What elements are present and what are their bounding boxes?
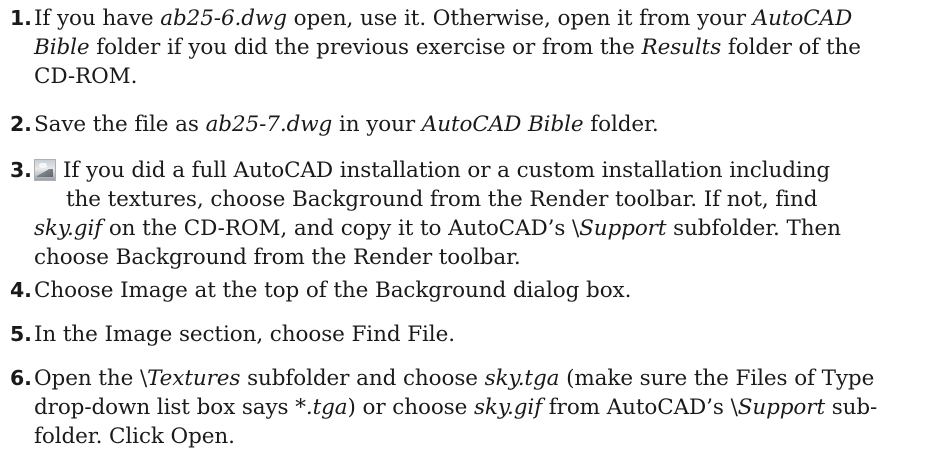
step-4: 4.Choose Image at the top of the Backgro… <box>10 276 920 305</box>
step-text: in your <box>332 112 422 137</box>
step-text: Choose Image at the top of the Backgroun… <box>34 278 632 303</box>
step-text: folder. Click Open. <box>34 424 235 449</box>
step-text: CD-ROM. <box>34 64 138 89</box>
step-2: 2.Save the file as ab25-7.dwg in your Au… <box>10 110 920 139</box>
step-text: drop-down list box says * <box>34 395 306 420</box>
step-text: In the Image section, choose Find File. <box>34 322 455 347</box>
filename: sky.gif <box>34 216 103 241</box>
step-text: Save the file as <box>34 112 206 137</box>
step-text: Open the \ <box>34 366 148 391</box>
folder-name: Support <box>579 216 667 241</box>
folder-name: Results <box>641 35 722 60</box>
step-text: from AutoCAD’s \ <box>542 395 738 420</box>
background-toolbar-icon <box>34 159 56 181</box>
step-number: 2. <box>10 112 32 136</box>
folder-name: Support <box>737 395 825 420</box>
step-number: 4. <box>10 278 32 302</box>
step-text: folder of the <box>721 35 861 60</box>
step-text: If you did a full AutoCAD installation o… <box>63 158 831 183</box>
step-number: 6. <box>10 366 32 390</box>
step-number: 1. <box>10 6 32 30</box>
step-text: If you have <box>34 6 161 31</box>
filename: ab25-7.dwg <box>205 112 333 137</box>
step-text: folder. <box>583 112 659 137</box>
folder-name: AutoCAD Bible <box>421 112 584 137</box>
step-text: open, use it. Otherwise, open it from yo… <box>286 6 753 31</box>
step-6: 6.Open the \Textures subfolder and choos… <box>10 364 920 451</box>
step-text: (make sure the Files of Type <box>559 366 875 391</box>
step-text: sub- <box>824 395 878 420</box>
folder-name: AutoCAD <box>752 6 853 31</box>
file-extension: .tga <box>305 395 348 420</box>
step-text: on the CD-ROM, and copy it to AutoCAD’s … <box>102 216 580 241</box>
step-text: ) or choose <box>347 395 474 420</box>
step-text: subfolder. Then <box>666 216 841 241</box>
step-text: subfolder and choose <box>240 366 485 391</box>
filename: sky.tga <box>484 366 560 391</box>
folder-name: Bible <box>34 35 90 60</box>
step-3: 3. If you did a full AutoCAD installation… <box>10 156 920 272</box>
step-text: folder if you did the previous exercise … <box>89 35 642 60</box>
step-number: 3. <box>10 158 32 182</box>
step-1: 1.If you have ab25-6.dwg open, use it. O… <box>10 4 920 91</box>
folder-name: Textures <box>147 366 241 391</box>
step-text: the textures, choose Background from the… <box>66 187 818 212</box>
step-number: 5. <box>10 322 32 346</box>
filename: sky.gif <box>473 395 543 420</box>
step-5: 5.In the Image section, choose Find File… <box>10 320 920 349</box>
filename: ab25-6.dwg <box>160 6 287 31</box>
step-text: choose Background from the Render toolba… <box>34 245 521 270</box>
